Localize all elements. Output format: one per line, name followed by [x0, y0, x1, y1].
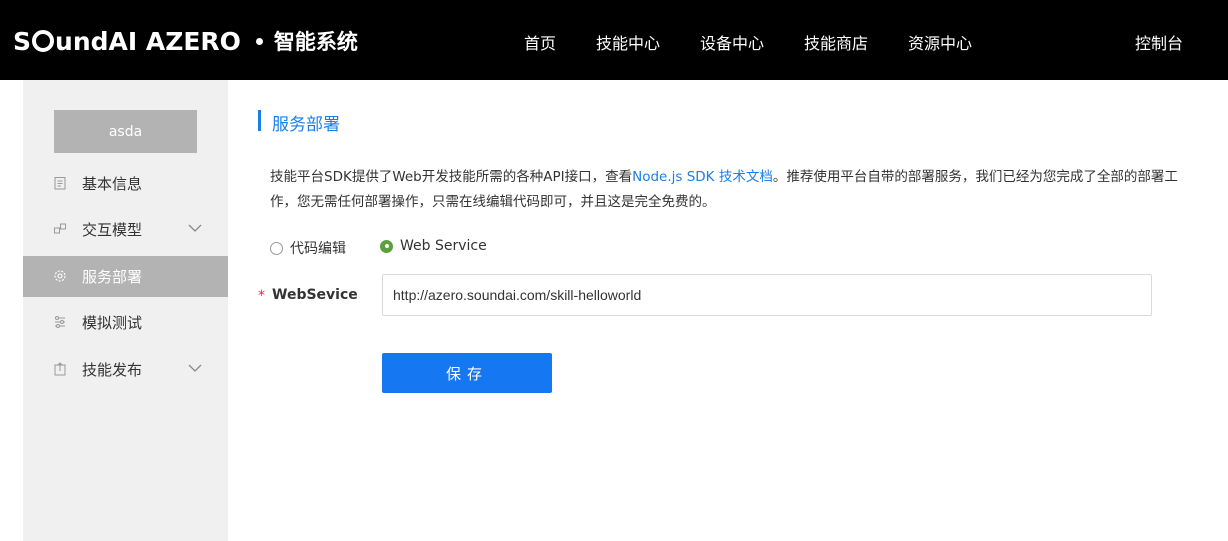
radio-label: Web Service [400, 238, 487, 254]
webservice-label: WebSevice [272, 287, 358, 303]
chevron-down-icon[interactable] [188, 223, 202, 233]
radio-web-service[interactable]: Web Service [380, 238, 487, 254]
radio-circle-selected[interactable] [380, 239, 393, 253]
nav-console[interactable]: 控制台 [1135, 30, 1183, 54]
sidebar-item-label: 基本信息 [82, 175, 143, 193]
sidebar-item-label: 模拟测试 [82, 314, 143, 332]
nav-skill-store[interactable]: 技能商店 [804, 30, 868, 54]
sidebar-item-basic-info[interactable]: 基本信息 [23, 163, 228, 204]
radio-label: 代码编辑 [290, 241, 346, 257]
sliders-icon [55, 316, 65, 328]
upload-icon [54, 362, 66, 376]
chevron-down-icon[interactable] [188, 363, 202, 373]
description-text: 技能平台SDK提供了Web开发技能所需的各种API接口，查看Node.js SD… [270, 165, 1200, 215]
section-title-marker [258, 110, 261, 131]
nav-skill-center[interactable]: 技能中心 [596, 30, 660, 54]
radio-code-edit[interactable]: 代码编辑 [270, 238, 346, 258]
model-icon [54, 223, 66, 234]
required-mark: * [258, 288, 265, 304]
sdk-docs-link[interactable]: Node.js SDK 技术文档 [632, 169, 773, 185]
radio-circle[interactable] [270, 241, 283, 255]
page-title: 服务部署 [272, 115, 340, 135]
gear-icon [54, 270, 66, 282]
sidebar-item-label: 交互模型 [82, 221, 143, 239]
description-part1: 技能平台SDK提供了Web开发技能所需的各种API接口，查看 [270, 169, 633, 185]
sidebar-item-service-deploy[interactable]: 服务部署 [23, 256, 228, 297]
document-icon [54, 177, 66, 190]
user-name-box: asda [54, 110, 197, 153]
save-button[interactable]: 保存 [382, 353, 552, 393]
brand-separator-dot [255, 37, 263, 45]
nav-resource-center[interactable]: 资源中心 [908, 30, 972, 54]
brand-logo[interactable]: SundAI AZERO 智能系统 [13, 26, 358, 56]
sidebar-item-interaction-model[interactable]: 交互模型 [23, 209, 228, 250]
nav-device-center[interactable]: 设备中心 [700, 30, 764, 54]
sidebar: asda 基本信息 交互模型 服务部署 模拟测试 技能发布 [23, 80, 228, 541]
sidebar-item-label: 技能发布 [82, 361, 143, 379]
sidebar-item-label: 服务部署 [82, 268, 143, 286]
top-navbar: SundAI AZERO 智能系统 首页 技能中心 设备中心 技能商店 资源中心… [0, 0, 1228, 80]
brand-subtitle: 智能系统 [273, 30, 358, 54]
nav-home[interactable]: 首页 [524, 30, 556, 54]
sidebar-item-simulation-test[interactable]: 模拟测试 [23, 302, 228, 343]
webservice-url-input[interactable] [382, 274, 1152, 316]
brand-name: SundAI AZERO [13, 26, 241, 56]
sidebar-item-skill-publish[interactable]: 技能发布 [23, 349, 228, 390]
